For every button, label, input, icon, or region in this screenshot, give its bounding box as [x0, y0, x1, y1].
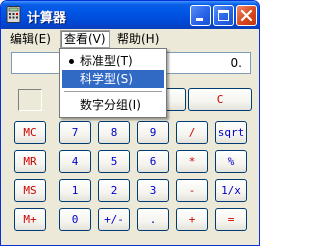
sign-toggle-button[interactable]: +/- — [98, 208, 130, 231]
menu-item-standard[interactable]: 标准型(T) — [62, 52, 164, 70]
close-icon — [240, 9, 253, 22]
window-title: 计算器 — [27, 11, 67, 26]
menu-view[interactable]: 查看(V) — [60, 30, 110, 48]
digit-6-button[interactable]: 6 — [137, 150, 169, 173]
digit-0-button[interactable]: 0 — [59, 208, 91, 231]
digit-1-button[interactable]: 1 — [59, 179, 91, 202]
multiply-button[interactable]: * — [176, 150, 208, 173]
menu-item-scientific[interactable]: 科学型(S) — [62, 70, 164, 88]
calculator-window: 计算器 编辑(E) 查看(V) 帮助(H) 0. C MC MR MS M+ 7… — [0, 0, 260, 246]
memory-indicator — [18, 89, 42, 111]
digit-7-button[interactable]: 7 — [59, 121, 91, 144]
menu-bar: 编辑(E) 查看(V) 帮助(H) — [1, 29, 259, 49]
calculator-icon — [6, 6, 22, 23]
digit-2-button[interactable]: 2 — [98, 179, 130, 202]
memory-clear-button[interactable]: MC — [14, 121, 46, 144]
minimize-icon — [196, 18, 203, 21]
digit-8-button[interactable]: 8 — [98, 121, 130, 144]
maximize-button[interactable] — [213, 5, 234, 26]
digit-5-button[interactable]: 5 — [98, 150, 130, 173]
divide-button[interactable]: / — [176, 121, 208, 144]
menu-item-standard-label: 标准型(T) — [80, 54, 133, 68]
menu-item-digit-grouping-label: 数字分组(I) — [80, 98, 141, 112]
minimize-button[interactable] — [190, 5, 211, 26]
title-bar[interactable]: 计算器 — [1, 1, 259, 29]
sqrt-button[interactable]: sqrt — [215, 121, 247, 144]
menu-separator — [64, 91, 162, 92]
maximize-icon — [218, 10, 229, 21]
memory-recall-button[interactable]: MR — [14, 150, 46, 173]
view-menu-dropdown: 标准型(T) 科学型(S) 数字分组(I) — [59, 48, 167, 118]
add-button[interactable]: + — [176, 208, 208, 231]
clear-button[interactable]: C — [188, 88, 252, 111]
memory-add-button[interactable]: M+ — [14, 208, 46, 231]
digit-4-button[interactable]: 4 — [59, 150, 91, 173]
memory-store-button[interactable]: MS — [14, 179, 46, 202]
subtract-button[interactable]: - — [176, 179, 208, 202]
checked-bullet-icon — [69, 59, 74, 64]
digit-3-button[interactable]: 3 — [137, 179, 169, 202]
percent-button[interactable]: % — [215, 150, 247, 173]
equals-button[interactable]: = — [215, 208, 247, 231]
menu-help[interactable]: 帮助(H) — [114, 31, 162, 47]
decimal-point-button[interactable]: . — [137, 208, 169, 231]
close-button[interactable] — [236, 5, 257, 26]
menu-edit[interactable]: 编辑(E) — [7, 31, 54, 47]
reciprocal-button[interactable]: 1/x — [215, 179, 247, 202]
digit-9-button[interactable]: 9 — [137, 121, 169, 144]
menu-item-digit-grouping[interactable]: 数字分组(I) — [62, 96, 164, 114]
menu-item-scientific-label: 科学型(S) — [80, 72, 133, 86]
